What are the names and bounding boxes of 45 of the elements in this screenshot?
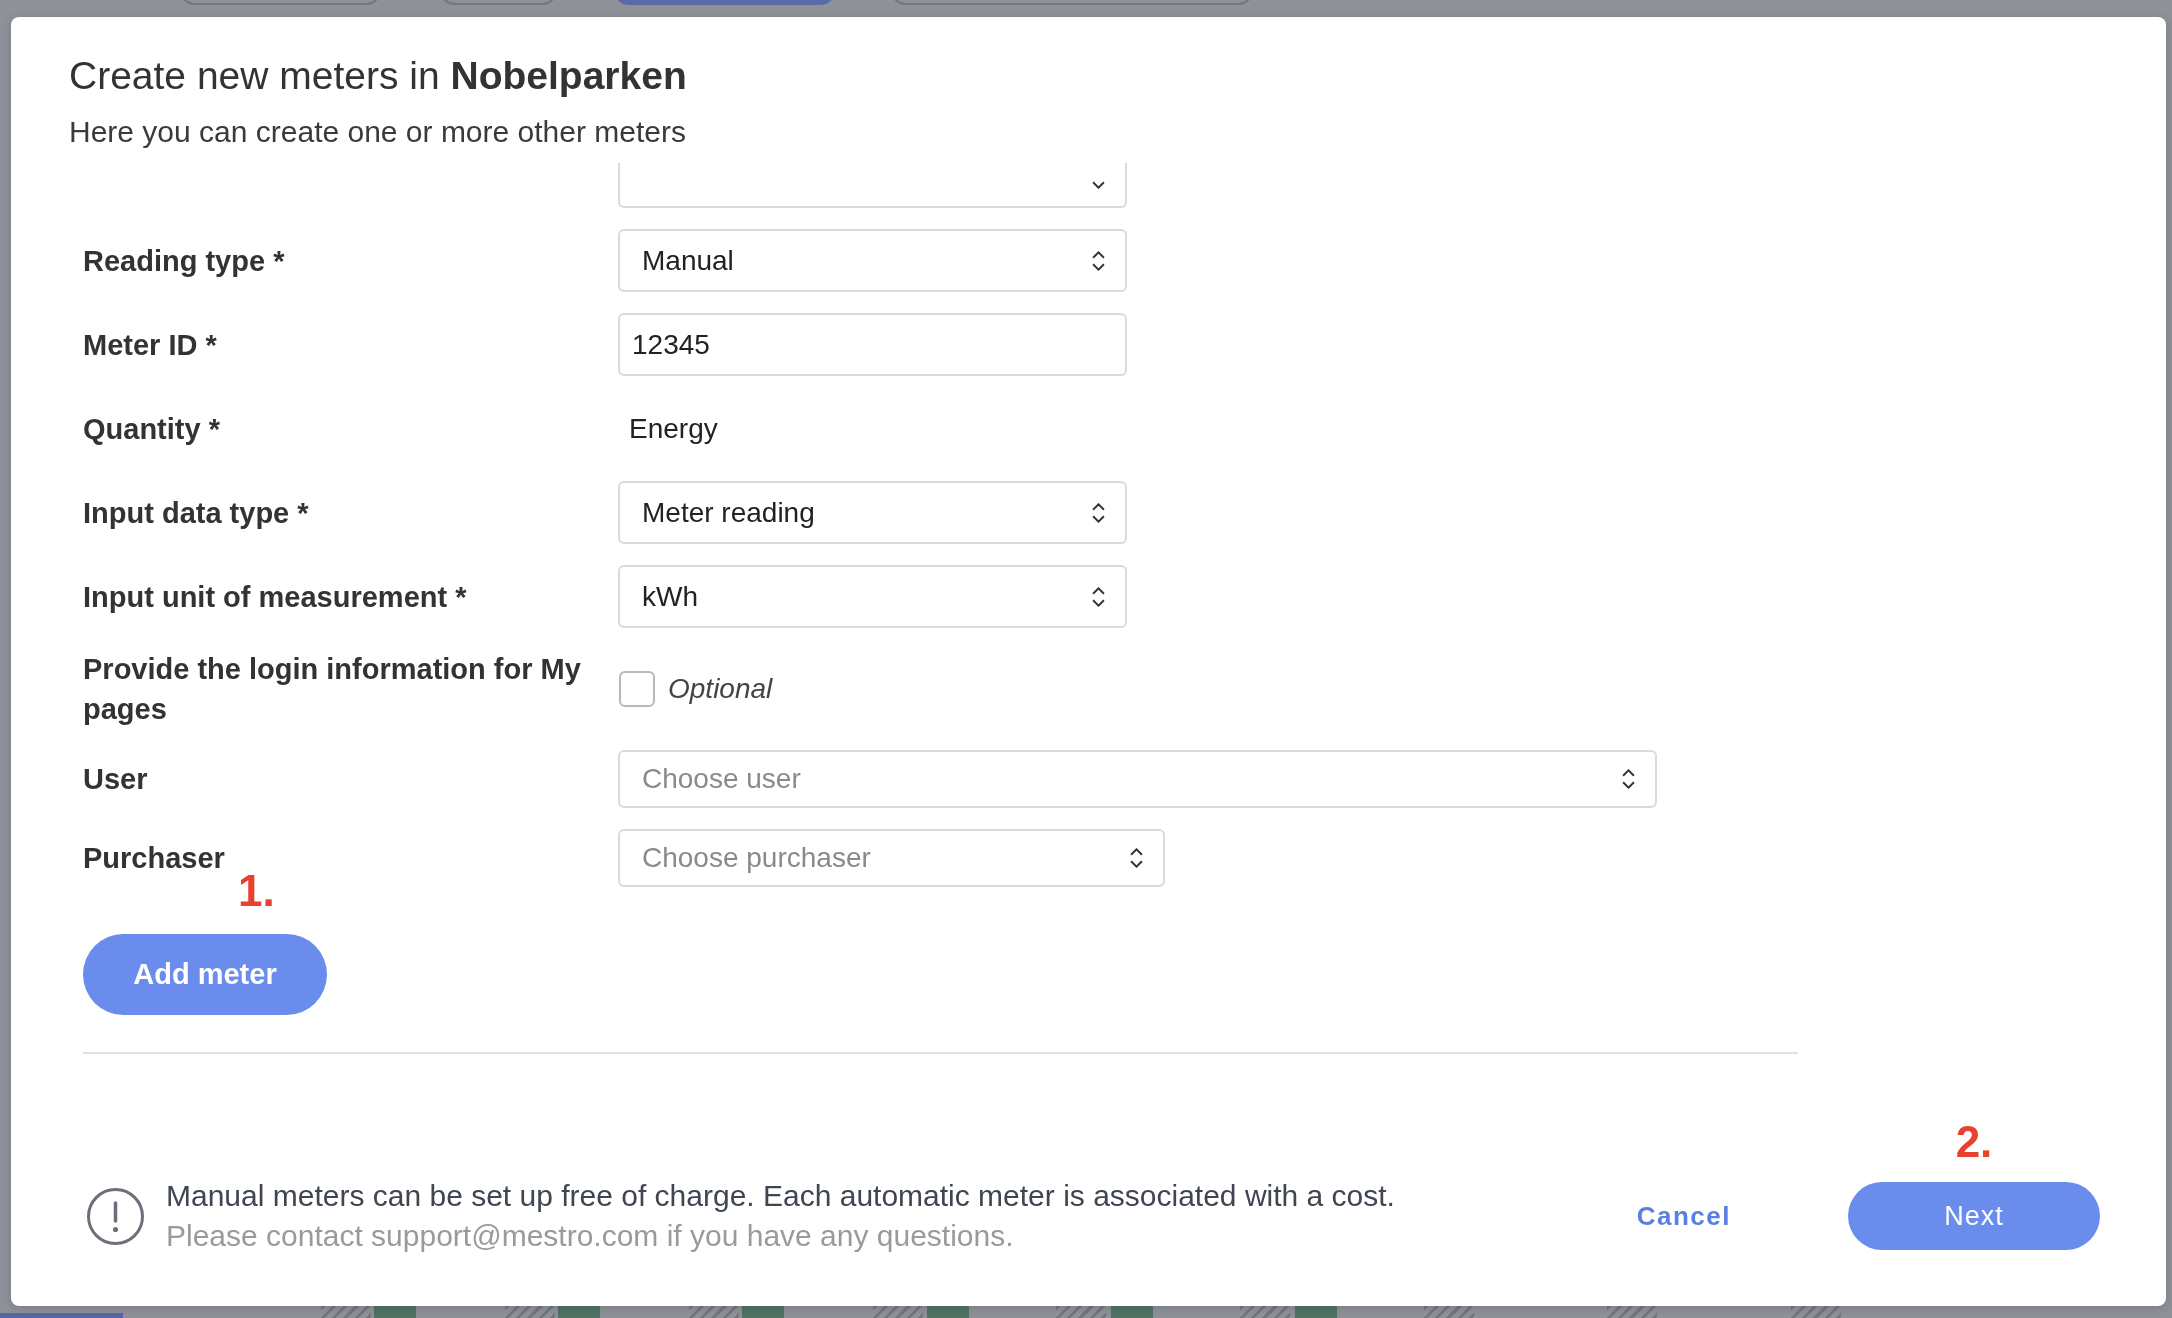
notice-text: Manual meters can be set up free of charge. Each automatic meter is associated with a cost. <box>166 1178 1395 1214</box>
hatched-bar <box>321 1306 371 1318</box>
checkbox-label[interactable]: Optional <box>668 673 773 705</box>
background-bar <box>1295 1306 1337 1318</box>
step-number: 2. <box>1955 1117 1993 1167</box>
chevron-down-icon <box>1092 181 1105 189</box>
select-field[interactable]: kWh <box>618 565 1127 628</box>
chevron-updown-icon <box>1092 586 1105 607</box>
background-bar <box>374 1306 416 1318</box>
field-label: Input data type * <box>83 495 309 531</box>
field-label: Quantity * <box>83 411 220 447</box>
text-input[interactable]: 12345 <box>618 313 1127 376</box>
hatched-bar <box>1791 1306 1841 1318</box>
hatched-bar <box>689 1306 739 1318</box>
field-value: Energy <box>629 412 718 445</box>
field-label: Reading type * <box>83 243 285 279</box>
hatched-bar <box>1240 1306 1290 1318</box>
hatched-bar <box>505 1306 555 1318</box>
dialog-subtitle: Here you can create one or more other meters <box>69 114 686 150</box>
chevron-updown-icon <box>1622 769 1635 789</box>
select-field[interactable]: Meter reading <box>618 481 1127 544</box>
field-label: Input unit of measurement * <box>83 579 467 615</box>
chevron-updown-icon <box>1130 848 1143 868</box>
field-label: Meter ID * <box>83 327 217 363</box>
background-bar <box>558 1306 600 1318</box>
hatched-bar <box>873 1306 923 1318</box>
background-bar <box>742 1306 784 1318</box>
cancel-button[interactable]: Cancel <box>1616 1190 1751 1242</box>
hatched-bar <box>1607 1306 1657 1318</box>
field-label: Purchaser <box>83 841 225 876</box>
hatched-bar <box>1056 1306 1106 1318</box>
background-bar <box>1111 1306 1153 1318</box>
select-field[interactable]: Manual <box>618 229 1127 292</box>
chevron-updown-icon <box>1092 250 1105 271</box>
field-label: Provide the login information for My pages <box>83 652 582 727</box>
step-number: 1. <box>238 866 275 916</box>
background-bar <box>927 1306 969 1318</box>
field-label: User <box>83 762 148 797</box>
contact-text: Please contact support@mestro.com if you have any questions. <box>166 1218 1014 1254</box>
exclamation-icon <box>87 1187 144 1245</box>
chevron-updown-icon <box>1092 502 1105 523</box>
dialog-title: Create new meters in Nobelparken <box>69 53 687 99</box>
checkbox[interactable] <box>619 671 655 707</box>
hatched-bar <box>1424 1306 1474 1318</box>
select-field[interactable] <box>618 163 1127 208</box>
